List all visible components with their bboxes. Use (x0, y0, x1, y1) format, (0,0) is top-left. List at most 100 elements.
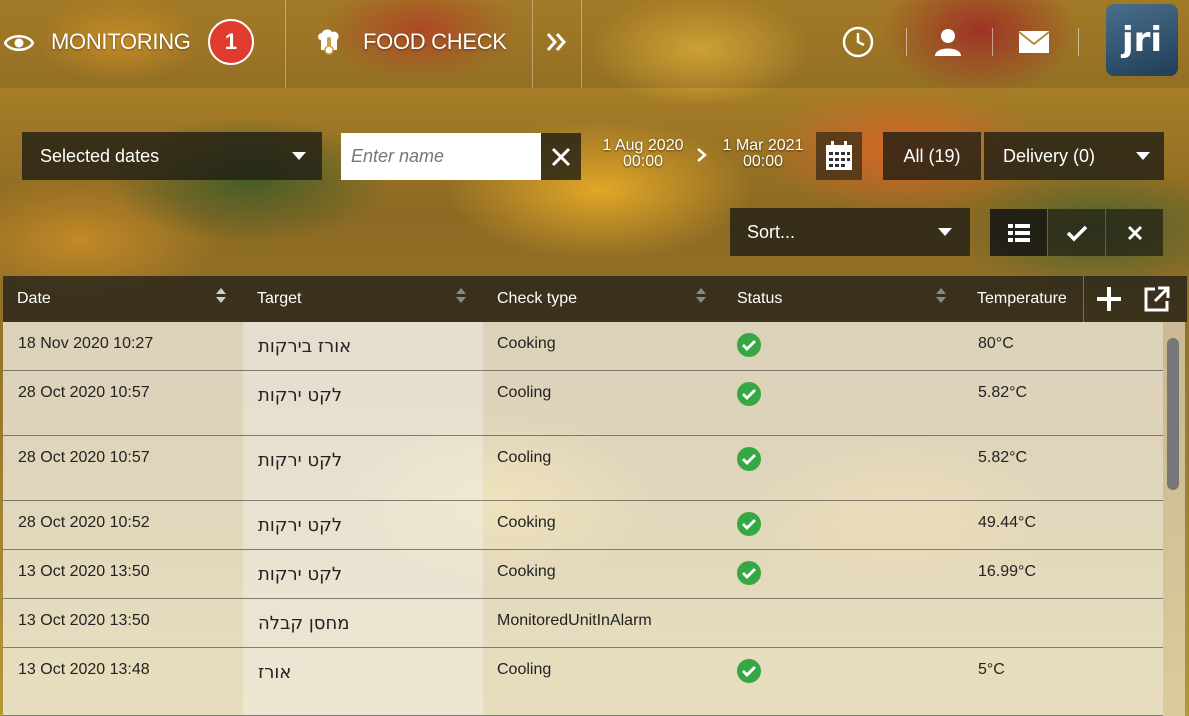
column-header-status[interactable]: Status (723, 276, 963, 322)
row-date: 28 Oct 2020 10:52 (18, 514, 150, 531)
add-check-button[interactable] (1093, 283, 1125, 315)
history-button[interactable] (838, 22, 878, 62)
row-date: 18 Nov 2020 10:27 (18, 335, 154, 352)
row-date: 13 Oct 2020 13:50 (18, 563, 150, 580)
column-header-check-type[interactable]: Check type (483, 276, 723, 322)
table-row[interactable]: 28 Oct 2020 10:57 לקט ירקות Cooling 5.82… (3, 436, 1163, 501)
date-range-select[interactable]: Selected dates (22, 132, 322, 180)
eye-icon (3, 30, 35, 61)
row-date: 13 Oct 2020 13:50 (18, 612, 150, 629)
row-check-type: Cooking (497, 563, 556, 580)
filter-failed-button[interactable] (1106, 209, 1163, 256)
status-ok-icon (737, 333, 761, 357)
user-icon (935, 29, 961, 56)
row-check-type: Cooking (497, 335, 556, 352)
end-date-display[interactable]: 1 Mar 2021 00:00 (716, 138, 810, 170)
nav-divider (581, 0, 582, 88)
table-row[interactable]: 13 Oct 2020 13:48 אורז Cooling 5°C (3, 648, 1163, 716)
expand-menu-button[interactable] (537, 22, 577, 62)
row-temperature: 5.82°C (978, 449, 1028, 466)
row-temperature: 5.82°C (978, 384, 1028, 401)
row-target: מחסן קבלה (258, 613, 350, 634)
row-date: 28 Oct 2020 10:57 (18, 384, 150, 401)
table-row[interactable]: 13 Oct 2020 13:50 לקט ירקות Cooking 16.9… (3, 550, 1163, 599)
close-icon (1127, 225, 1142, 240)
external-link-icon (1144, 286, 1170, 312)
sort-icon (696, 288, 706, 308)
column-header-temperature[interactable]: Temperature (963, 276, 1083, 322)
row-target: אורז בירקות (258, 336, 352, 357)
column-header-label: Target (257, 290, 302, 307)
row-date: 13 Oct 2020 13:48 (18, 661, 150, 678)
jri-logo[interactable]: jri (1106, 4, 1178, 76)
start-date-display[interactable]: 1 Aug 2020 00:00 (598, 138, 688, 170)
chevron-right-icon (696, 147, 708, 168)
clock-icon (842, 26, 874, 58)
status-ok-icon (737, 382, 761, 406)
chef-hat-thermometer-icon (314, 28, 344, 63)
checks-table: 18 Nov 2020 10:27 אורז בירקות Cooking 80… (3, 322, 1163, 716)
row-date: 28 Oct 2020 10:57 (18, 449, 150, 466)
date-range-select-value: Selected dates (40, 145, 160, 166)
row-check-type: Cooling (497, 384, 552, 401)
end-time: 00:00 (742, 153, 784, 170)
plus-icon (1097, 287, 1121, 311)
tab-delivery-label: Delivery (0) (1003, 145, 1096, 166)
chevron-down-icon (292, 152, 306, 160)
tab-all-label: All (19) (903, 145, 961, 166)
scrollbar-thumb[interactable] (1167, 338, 1179, 490)
user-profile-button[interactable] (928, 22, 968, 62)
row-target: אורז (258, 662, 292, 683)
list-icon (1007, 223, 1030, 242)
column-header-label: Check type (497, 290, 578, 307)
tab-delivery[interactable]: Delivery (0) (984, 132, 1164, 180)
end-date: 1 Mar 2021 (722, 137, 804, 154)
row-temperature: 49.44°C (978, 514, 1036, 531)
sort-select-label: Sort... (747, 221, 796, 242)
filter-passed-button[interactable] (1048, 209, 1105, 256)
column-header-date[interactable]: Date (3, 276, 243, 322)
table-row[interactable]: 13 Oct 2020 13:50 מחסן קבלה MonitoredUni… (3, 599, 1163, 648)
header-divider (1083, 276, 1084, 322)
status-ok-icon (737, 561, 761, 585)
calendar-button[interactable] (816, 132, 862, 180)
messages-button[interactable] (1014, 22, 1054, 62)
nav-monitoring[interactable]: MONITORING 1 (0, 0, 284, 88)
table-row[interactable]: 18 Nov 2020 10:27 אורז בירקות Cooking 80… (3, 322, 1163, 371)
envelope-icon (1018, 31, 1050, 53)
chevron-down-icon (938, 228, 952, 236)
row-target: לקט ירקות (258, 564, 343, 585)
table-row[interactable]: 28 Oct 2020 10:57 לקט ירקות Cooling 5.82… (3, 371, 1163, 436)
top-navigation-bar: MONITORING 1 FOOD CHECK jri (0, 0, 1189, 88)
checkmark-icon (1066, 225, 1087, 241)
nav-monitoring-label: MONITORING (51, 29, 191, 54)
nav-divider (532, 0, 533, 88)
export-button[interactable] (1141, 283, 1173, 315)
tab-all[interactable]: All (19) (883, 132, 981, 180)
row-check-type: Cooling (497, 661, 552, 678)
nav-food-check-label: FOOD CHECK (363, 29, 507, 54)
row-temperature: 5°C (978, 661, 1005, 678)
icon-divider (992, 28, 993, 56)
table-row[interactable]: 28 Oct 2020 10:52 לקט ירקות Cooking 49.4… (3, 501, 1163, 550)
sort-icon (216, 288, 226, 308)
column-header-target[interactable]: Target (243, 276, 483, 322)
row-temperature: 80°C (978, 335, 1014, 352)
name-search-input[interactable] (341, 133, 541, 180)
status-ok-icon (737, 659, 761, 683)
list-view-button[interactable] (990, 209, 1047, 256)
row-target: לקט ירקות (258, 515, 343, 536)
table-scrollbar[interactable] (1163, 322, 1185, 716)
clear-name-button[interactable] (541, 133, 581, 180)
row-check-type: Cooking (497, 514, 556, 531)
monitoring-alarm-badge: 1 (208, 19, 254, 65)
row-check-type: Cooling (497, 449, 552, 466)
column-header-label: Date (17, 290, 51, 307)
icon-divider (906, 28, 907, 56)
start-date: 1 Aug 2020 (602, 137, 684, 154)
sort-select[interactable]: Sort... (730, 208, 970, 256)
close-icon (551, 147, 571, 166)
column-header-label: Status (737, 290, 783, 307)
nav-food-check[interactable]: FOOD CHECK (286, 0, 532, 88)
double-chevron-right-icon (546, 33, 566, 51)
